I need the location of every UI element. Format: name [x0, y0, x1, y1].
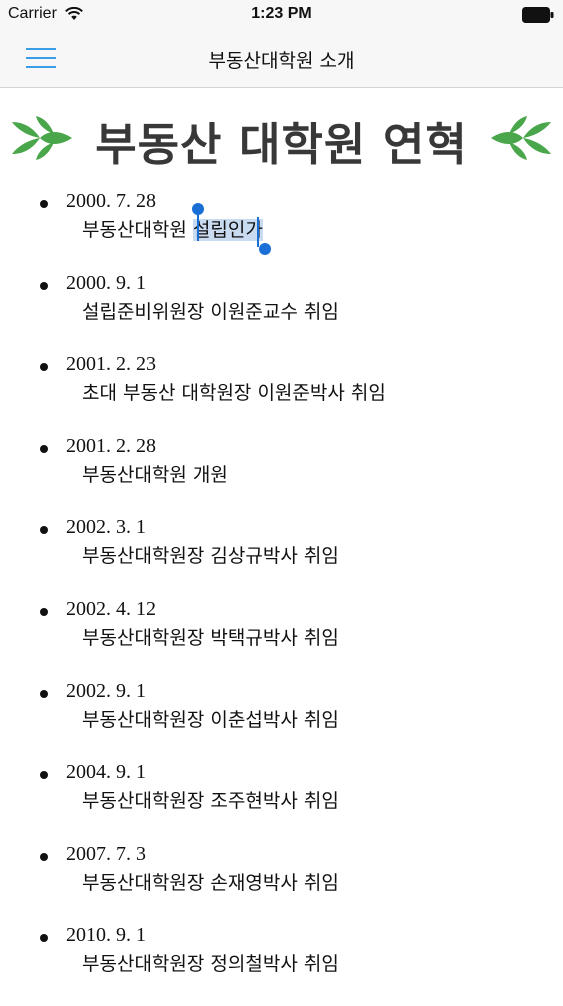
bullet-icon: [40, 771, 48, 780]
list-item: 2007. 7. 3 부동산대학원장 손재영박사 취임: [0, 843, 563, 925]
list-item: 2002. 4. 12 부동산대학원장 박택규박사 취임: [0, 598, 563, 680]
bullet-icon: [40, 689, 48, 698]
status-bar: Carrier 1:23 PM: [0, 0, 563, 30]
history-date: 2000. 9. 1: [66, 271, 146, 294]
history-description: 부동산대학원장 손재영박사 취임: [82, 871, 339, 894]
selection-start-handle-icon[interactable]: [191, 203, 205, 243]
history-description: 부동산대학원장 김상규박사 취임: [82, 545, 339, 568]
history-date: 2001. 2. 28: [66, 434, 156, 457]
leaf-ornament-right-icon: [491, 116, 551, 160]
history-description: 부동산대학원장 박택규박사 취임: [82, 626, 339, 649]
history-date: 2010. 9. 1: [66, 924, 146, 947]
list-item: 2000. 9. 1 설립준비위원장 이원준교수 취임: [0, 272, 563, 354]
bullet-icon: [40, 281, 48, 290]
history-date: 2000. 7. 28: [66, 190, 156, 212]
bullet-icon: [40, 934, 48, 943]
history-description: 부동산대학원장 정의철박사 취임: [82, 953, 339, 976]
history-list: 2000. 7. 28 부동산대학원 설립인가 2000. 9. 1 설립준비위…: [0, 190, 563, 1006]
bullet-icon: [40, 852, 48, 861]
bullet-icon: [40, 444, 48, 453]
history-description: 초대 부동산 대학원장 이원준박사 취임: [82, 382, 386, 405]
history-date: 2002. 4. 12: [66, 597, 156, 620]
battery-icon: [522, 7, 554, 23]
history-date: 2001. 2. 23: [66, 353, 156, 376]
bullet-icon: [40, 526, 48, 535]
selection-end-handle-icon[interactable]: [256, 217, 272, 257]
list-item: 2010. 9. 1 부동산대학원장 정의철박사 취임: [0, 924, 563, 1006]
nav-title: 부동산대학원 소개: [208, 50, 355, 72]
history-date: 2004. 9. 1: [66, 761, 146, 784]
history-description: 부동산대학원 개원: [82, 463, 228, 486]
bullet-icon: [40, 607, 48, 616]
clock: 1:23 PM: [251, 5, 312, 22]
bullet-icon: [40, 200, 48, 208]
list-item: 2000. 7. 28 부동산대학원 설립인가: [0, 190, 563, 272]
history-description: 설립준비위원장 이원준교수 취임: [82, 300, 339, 323]
history-date: 2007. 7. 3: [66, 842, 146, 865]
history-description: 부동산대학원장 조주현박사 취임: [82, 790, 339, 813]
text-selection[interactable]: 설립인가: [191, 203, 271, 255]
page-title: 부동산 대학원 연혁: [95, 118, 468, 171]
history-description: 부동산대학원장 이춘섭박사 취임: [82, 708, 339, 731]
list-item: 2001. 2. 28 부동산대학원 개원: [0, 435, 563, 517]
history-heading: 부동산 대학원 연혁: [0, 102, 563, 172]
bullet-icon: [40, 363, 48, 372]
list-item: 2002. 9. 1 부동산대학원장 이춘섭박사 취임: [0, 680, 563, 762]
history-description-text: 부동산대학원: [82, 219, 193, 241]
list-item: 2001. 2. 23 초대 부동산 대학원장 이원준박사 취임: [0, 353, 563, 435]
list-item: 2002. 3. 1 부동산대학원장 김상규박사 취임: [0, 516, 563, 598]
history-description[interactable]: 부동산대학원 설립인가: [82, 203, 271, 255]
history-date: 2002. 9. 1: [66, 679, 146, 702]
navigation-bar: 부동산대학원 소개: [0, 30, 563, 88]
history-date: 2002. 3. 1: [66, 516, 146, 539]
list-item: 2004. 9. 1 부동산대학원장 조주현박사 취임: [0, 761, 563, 843]
